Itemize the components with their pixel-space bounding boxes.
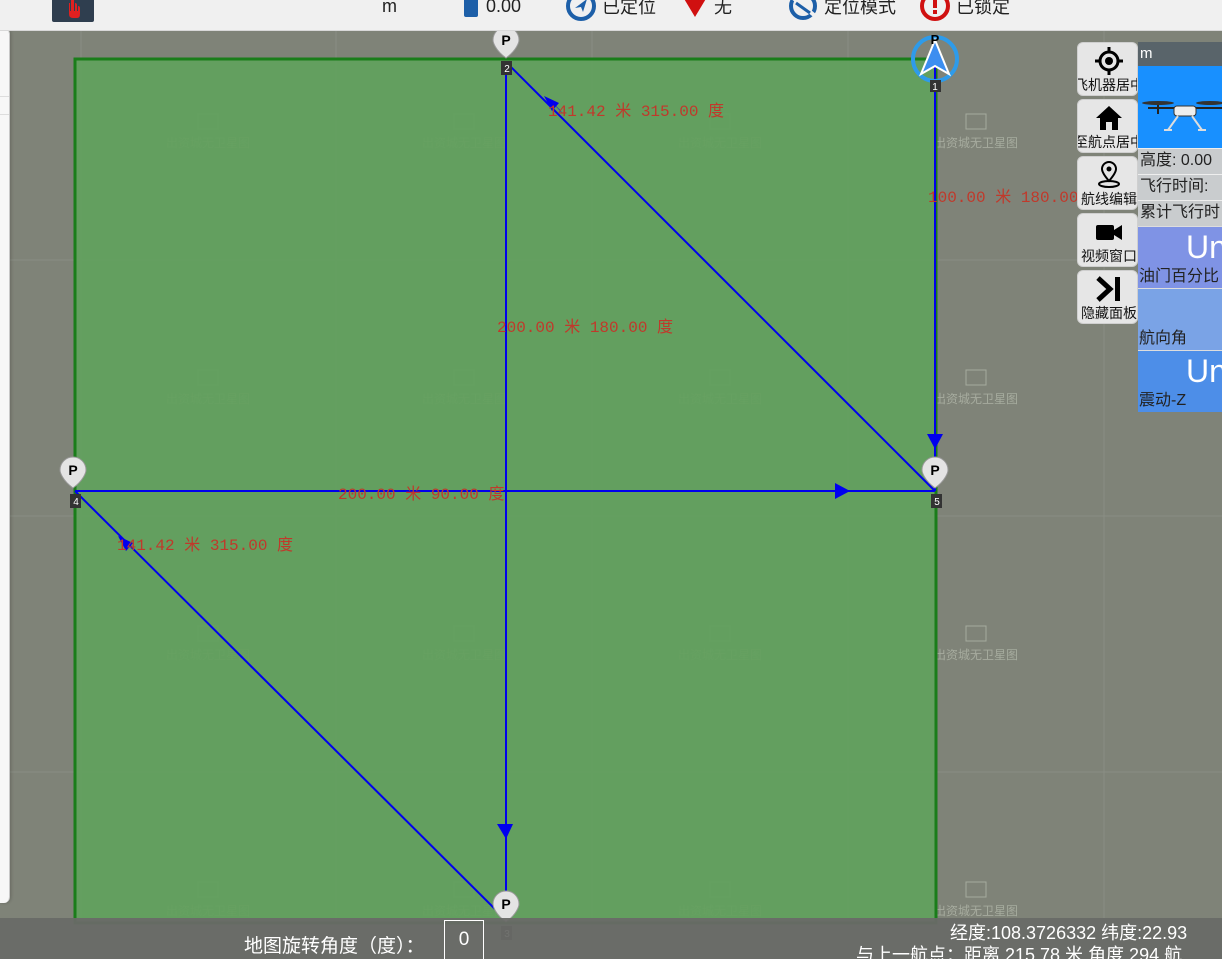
- route-pin-icon: [1097, 161, 1120, 188]
- video-camera-icon: [1095, 225, 1122, 240]
- gps-status: 已定位: [566, 0, 656, 21]
- target-mode-icon: [789, 0, 817, 20]
- aircraft-image: [1138, 66, 1222, 148]
- height-readout: 高度: 0.00: [1138, 148, 1222, 174]
- map-watermark-text: 出资城无卫星图: [934, 904, 1018, 918]
- throttle-gauge: Un 油门百分比: [1138, 226, 1222, 288]
- svg-text:P: P: [931, 32, 940, 47]
- svg-text:P: P: [501, 32, 510, 48]
- tool-label: 至航点居中: [1078, 134, 1137, 150]
- tool-label: 航线编辑: [1081, 191, 1137, 207]
- rotation-input[interactable]: 0: [444, 920, 484, 959]
- home-icon: [1095, 106, 1122, 130]
- status-bar: m 0.00 已定位 无 定位模式 已锁定: [0, 0, 1222, 31]
- tool-label: 飞机器居中: [1078, 77, 1137, 93]
- compass-icon: [566, 0, 596, 21]
- hand-icon: [69, 0, 80, 18]
- svg-text:P: P: [501, 896, 510, 912]
- rtk-status: 无: [682, 0, 732, 18]
- telemetry-panel: m 高度: 0.00 飞行时间: 累计飞行时 Un 油门百分比 航向角 Un 震…: [1138, 42, 1222, 418]
- hide-panel-button[interactable]: 隐藏面板: [1077, 270, 1138, 324]
- tool-label: 视频窗口: [1081, 248, 1137, 264]
- lock-status: 已锁定: [920, 0, 1010, 21]
- map-watermark-text: 出资城无卫星图: [934, 648, 1018, 662]
- svg-text:1: 1: [932, 82, 938, 93]
- map-watermark-text: 出资城无卫星图: [934, 136, 1018, 150]
- crosshair-icon: [1094, 47, 1123, 75]
- telemetry-header: m: [1138, 42, 1222, 66]
- skip-forward-icon: [1095, 276, 1120, 302]
- location-pin-icon: [684, 0, 706, 17]
- svg-text:P: P: [68, 462, 77, 478]
- svg-text:P: P: [930, 462, 939, 478]
- manual-control-button[interactable]: [52, 0, 94, 22]
- segment-label: 141.42 米 315.00 度: [548, 102, 724, 121]
- heading-gauge: 航向角: [1138, 288, 1222, 350]
- rotation-label: 地图旋转角度（度）：: [244, 936, 425, 957]
- total-flight-time-readout: 累计飞行时: [1138, 200, 1222, 226]
- map-canvas[interactable]: 出资城无卫星图出资城无卫星图出资城无卫星图出资城无卫星图出资城无卫星图出资城无卫…: [0, 0, 1222, 959]
- tool-label: 隐藏面板: [1081, 305, 1137, 321]
- altitude-unit: m: [382, 0, 397, 16]
- lock-alert-icon: [920, 0, 950, 21]
- segment-label: 200.00 米 180.00 度: [497, 318, 673, 337]
- svg-text:2: 2: [504, 64, 510, 75]
- battery-icon: [464, 0, 478, 17]
- route-edit-button[interactable]: 航线编辑: [1077, 156, 1138, 210]
- segment-label: 200.00 米 90.00 度: [338, 485, 504, 504]
- svg-text:5: 5: [934, 497, 940, 508]
- side-dialog-edge[interactable]: [0, 28, 10, 903]
- center-waypoint-button[interactable]: 至航点居中: [1077, 99, 1138, 153]
- center-aircraft-button[interactable]: 飞机器居中: [1077, 42, 1138, 96]
- map-watermark-text: 出资城无卫星图: [934, 392, 1018, 406]
- vibration-gauge: Un 震动-Z: [1138, 350, 1222, 412]
- video-window-button[interactable]: 视频窗口: [1077, 213, 1138, 267]
- svg-text:4: 4: [73, 497, 79, 508]
- drone-icon: [1142, 101, 1222, 131]
- segment-label: 141.42 米 315.00 度: [117, 536, 293, 555]
- battery-status: 0.00: [462, 0, 521, 18]
- flight-time-readout: 飞行时间:: [1138, 174, 1222, 200]
- position-mode-status: 定位模式: [788, 0, 896, 20]
- previous-waypoint-info: 与上一航点：距离 215.78 米 角度 294 航: [856, 945, 1183, 959]
